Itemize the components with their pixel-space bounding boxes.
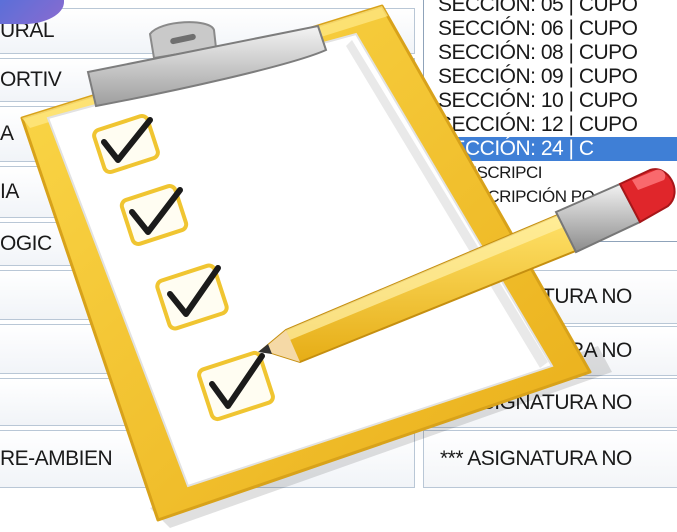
table-row[interactable]: *** ASIGNATURA NO <box>423 430 677 488</box>
row-label: RE-AMBIEN <box>0 447 113 470</box>
table-row[interactable] <box>0 378 415 426</box>
section-option-selected[interactable]: SECCIÓN: 24 | C <box>424 137 677 161</box>
section-option[interactable]: SECCIÓN: 06 | CUPO <box>424 17 677 41</box>
section-option[interactable]: SECCIÓN: 08 | CUPO <box>424 41 677 65</box>
section-option[interactable]: SECCIÓN: 12 | CUPO <box>424 113 677 137</box>
table-row[interactable] <box>0 270 415 320</box>
section-option[interactable]: *** INSCRIPCI <box>424 161 677 185</box>
section-option[interactable]: SECCIÓN: 09 | CUPO <box>424 65 677 89</box>
row-status: *** ASIGNATURA NO <box>440 391 632 414</box>
row-status: *** ASIGNATURA NO <box>440 285 632 308</box>
row-label: OGIC <box>0 232 52 255</box>
table-row[interactable]: ORTIV <box>0 58 415 102</box>
table-row[interactable]: RE-AMBIEN <box>0 430 415 488</box>
row-label: ORTIV <box>0 68 62 91</box>
section-option[interactable]: SECCIÓN: 10 | CUPO <box>424 89 677 113</box>
row-label: IA <box>0 180 19 203</box>
table-row[interactable]: OGIC <box>0 222 415 266</box>
section-dropdown-list[interactable]: SECCIÓN: 05 | CUPO SECCIÓN: 06 | CUPO SE… <box>423 0 677 242</box>
table-row[interactable] <box>0 324 415 374</box>
table-row[interactable]: IA <box>0 166 415 218</box>
table-row[interactable]: URAL <box>0 8 415 54</box>
section-option[interactable]: *** INSCRIPCIÓN PO <box>424 185 677 209</box>
table-row[interactable]: *** ASIGNATURA NO <box>423 270 677 324</box>
course-table: URAL ORTIV A IA OGIC RE-AMBIEN *** ASIGN… <box>0 0 677 500</box>
table-row[interactable]: *** ASIGNATURA NO <box>423 378 677 428</box>
row-status: *** ASIGNATURA NO <box>440 339 632 362</box>
table-row[interactable]: A <box>0 106 415 162</box>
row-label: A <box>0 122 14 145</box>
section-option[interactable]: SECCIÓN: 05 | CUPO <box>424 0 677 17</box>
table-row[interactable]: *** ASIGNATURA NO <box>423 326 677 376</box>
row-status: *** ASIGNATURA NO <box>440 447 632 470</box>
